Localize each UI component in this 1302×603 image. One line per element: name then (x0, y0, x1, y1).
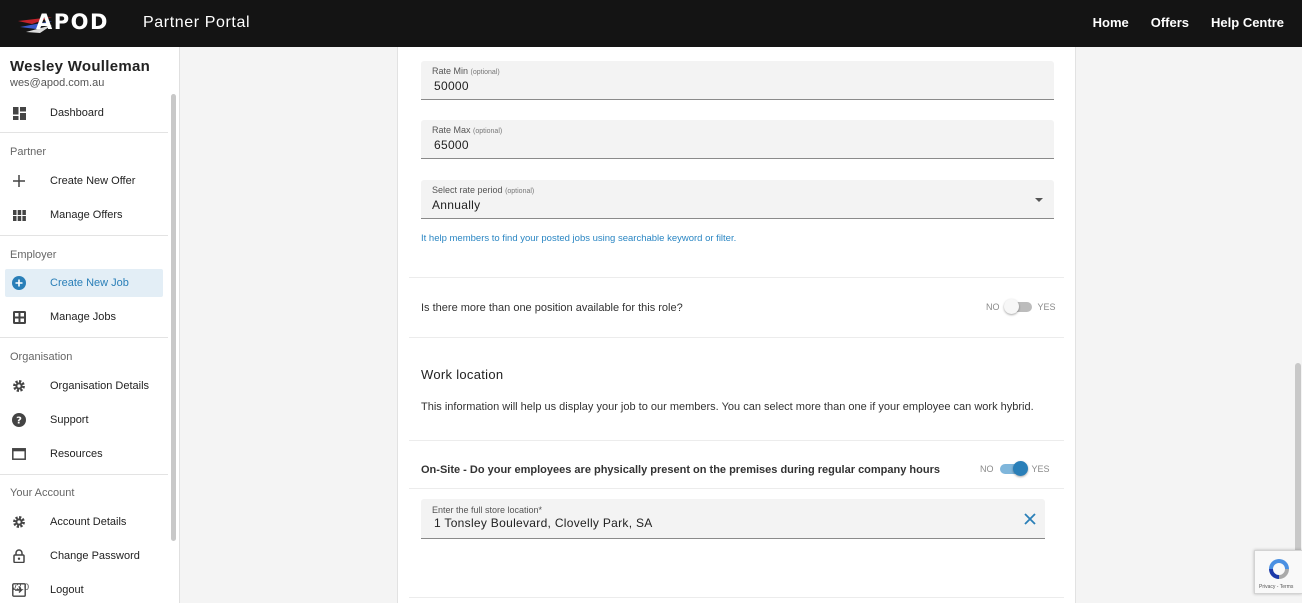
caret-down-icon[interactable] (1035, 198, 1043, 202)
add-circle-icon (12, 276, 26, 290)
top-nav: Home Offers Help Centre (1093, 15, 1284, 30)
portal-title: Partner Portal (143, 14, 251, 31)
top-bar: APOD Partner Portal Home Offers Help Cen… (0, 0, 1302, 47)
work-location-info: This information will help us display yo… (421, 401, 1034, 413)
toggle-knob[interactable] (1003, 299, 1019, 314)
divider (409, 488, 1064, 489)
sidebar-item-label: Manage Offers (50, 209, 123, 221)
close-icon[interactable] (1023, 512, 1037, 526)
work-location-title: Work location (421, 367, 504, 382)
toggle-yes-label: YES (1031, 464, 1050, 474)
store-location-label: Enter the full store location* (432, 505, 543, 515)
gear-icon (12, 515, 26, 529)
divider (0, 337, 168, 338)
sidebar-item-create-offer[interactable]: Create New Offer (5, 167, 163, 195)
svg-text:?: ? (16, 416, 22, 427)
logo-text[interactable]: APOD (36, 10, 109, 34)
section-label-your-account: Your Account (10, 487, 75, 499)
divider (409, 597, 1064, 598)
nav-offers-link[interactable]: Offers (1151, 15, 1189, 30)
rate-period-select[interactable]: Select rate period (optional) Annually (421, 180, 1054, 219)
onsite-label: On-Site - Do your employees are physical… (421, 464, 940, 476)
sidebar-item-support[interactable]: ? Support (5, 406, 163, 434)
recaptcha-icon (1269, 559, 1289, 579)
help-text: It help members to find your posted jobs… (421, 233, 737, 244)
multi-position-question: Is there more than one position availabl… (421, 302, 683, 314)
divider (0, 235, 168, 236)
store-location-value[interactable]: 1 Tonsley Boulevard, Clovelly Park, SA (434, 516, 653, 530)
recaptcha-text[interactable]: Privacy - Terms (1259, 584, 1293, 590)
rate-min-value[interactable]: 50000 (434, 79, 469, 93)
user-name: Wesley Woulleman (10, 58, 151, 75)
rate-max-field[interactable]: Rate Max (optional) 65000 (421, 120, 1054, 159)
nav-home-link[interactable]: Home (1093, 15, 1129, 30)
sidebar-item-label: Logout (50, 584, 84, 596)
sidebar-item-account-details[interactable]: Account Details (5, 508, 163, 536)
sidebar-item-label: Manage Jobs (50, 311, 117, 323)
nav-help-centre-link[interactable]: Help Centre (1211, 15, 1284, 30)
onsite-toggle[interactable]: NO YES (980, 461, 1050, 476)
sidebar-item-create-job[interactable]: Create New Job (5, 269, 163, 297)
recaptcha-badge[interactable]: Privacy - Terms (1254, 550, 1302, 594)
user-email: wes@apod.com.au (10, 77, 105, 89)
sidebar-item-change-password[interactable]: Change Password (5, 542, 163, 570)
sidebar-item-resources[interactable]: Resources (5, 440, 163, 468)
jobs-grid-icon (12, 310, 26, 324)
divider (0, 132, 168, 133)
sidebar-item-label: Dashboard (50, 107, 104, 119)
grid-icon (12, 208, 26, 222)
sidebar-item-manage-jobs[interactable]: Manage Jobs (5, 303, 163, 331)
divider (409, 277, 1064, 278)
sidebar-item-label: Change Password (50, 550, 140, 562)
sidebar-item-label: Organisation Details (50, 380, 150, 392)
divider (409, 440, 1064, 441)
lock-icon (12, 549, 26, 563)
sidebar-item-label: Support (50, 414, 89, 426)
dashboard-icon (12, 106, 26, 120)
rate-min-label: Rate Min (optional) (432, 66, 500, 76)
toggle-track[interactable] (1003, 299, 1032, 314)
sidebar-item-label: Account Details (50, 516, 127, 528)
plus-icon (12, 174, 26, 188)
rate-max-label: Rate Max (optional) (432, 125, 503, 135)
section-label-employer: Employer (10, 249, 57, 261)
toggle-no-label: NO (980, 464, 994, 474)
page-scrollbar[interactable] (1295, 363, 1301, 553)
help-circle-icon: ? (12, 413, 26, 427)
rate-min-field[interactable]: Rate Min (optional) 50000 (421, 61, 1054, 100)
sidebar-item-label: Create New Offer (50, 175, 136, 187)
gear-icon (12, 379, 26, 393)
store-location-field[interactable]: Enter the full store location* 1 Tonsley… (421, 499, 1045, 539)
sidebar-item-manage-offers[interactable]: Manage Offers (5, 201, 163, 229)
sidebar-scrollbar[interactable] (171, 94, 176, 541)
rate-period-value: Annually (432, 198, 481, 212)
sidebar-item-organisation-details[interactable]: Organisation Details (5, 372, 163, 400)
window-icon (12, 447, 26, 461)
section-label-organisation: Organisation (10, 351, 73, 363)
rate-max-value[interactable]: 65000 (434, 138, 469, 152)
rate-period-label: Select rate period (optional) (432, 185, 535, 195)
toggle-yes-label: YES (1037, 302, 1056, 312)
section-label-partner: Partner (10, 146, 47, 158)
version-label: v3.0 (12, 582, 30, 592)
toggle-no-label: NO (986, 302, 1000, 312)
sidebar: Wesley Woulleman wes@apod.com.au Dashboa… (0, 47, 180, 603)
sidebar-item-label: Create New Job (50, 277, 129, 289)
toggle-knob[interactable] (1012, 461, 1028, 476)
multi-position-toggle[interactable]: NO YES (986, 299, 1056, 314)
divider (0, 474, 168, 475)
job-form-card: Rate Min (optional) 50000 Rate Max (opti… (397, 47, 1076, 603)
sidebar-item-dashboard[interactable]: Dashboard (5, 99, 163, 127)
toggle-track[interactable] (999, 461, 1028, 476)
sidebar-item-label: Resources (50, 448, 103, 460)
divider (409, 337, 1064, 338)
